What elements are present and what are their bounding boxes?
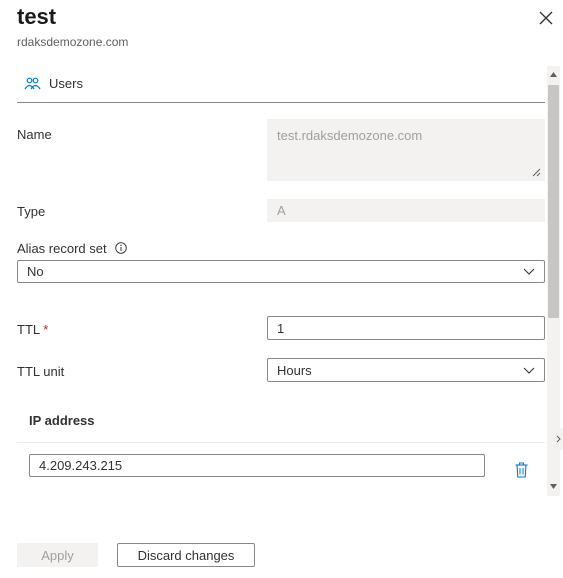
delete-ip-button[interactable]: [512, 460, 530, 480]
scroll-up-button[interactable]: [547, 68, 560, 81]
alias-select[interactable]: No: [17, 260, 545, 283]
chevron-down-icon: [523, 268, 535, 275]
ttl-unit-label: TTL unit: [17, 364, 65, 379]
close-icon: [539, 11, 553, 25]
ttl-label: TTL: [17, 322, 40, 337]
trash-icon: [515, 462, 527, 478]
name-field: test.rdaksdemozone.com: [267, 119, 545, 181]
ip-address-value: 4.209.243.215: [39, 458, 123, 473]
scroll-down-button[interactable]: [547, 480, 560, 493]
chevron-right-icon: [556, 435, 561, 443]
required-mark: *: [43, 322, 49, 337]
panel-subtitle: rdaksdemozone.com: [17, 35, 129, 49]
discard-changes-button[interactable]: Discard changes: [117, 543, 255, 567]
users-icon: [24, 77, 41, 89]
close-button[interactable]: [536, 8, 556, 28]
alias-label-row: Alias record set: [17, 241, 127, 256]
tab-users-label: Users: [49, 76, 83, 91]
apply-button[interactable]: Apply: [17, 543, 98, 567]
panel-title: test: [17, 4, 57, 29]
caret-down-icon: [550, 484, 557, 489]
resize-handle-icon: [532, 168, 541, 177]
tab-divider: [17, 102, 545, 103]
name-value: test.rdaksdemozone.com: [277, 128, 423, 143]
ttl-label-row: TTL *: [17, 322, 48, 337]
chevron-down-icon: [523, 367, 535, 374]
tab-users[interactable]: Users: [24, 76, 83, 91]
type-value: A: [277, 203, 286, 218]
type-field: A: [267, 199, 545, 222]
ttl-input[interactable]: 1: [267, 316, 545, 340]
ip-address-input[interactable]: 4.209.243.215: [29, 454, 485, 477]
side-expand-tab[interactable]: [553, 428, 563, 450]
ttl-unit-value: Hours: [277, 362, 312, 378]
ip-section-title: IP address: [29, 413, 95, 428]
ip-section-header: [17, 398, 545, 443]
caret-up-icon: [550, 72, 557, 77]
type-label: Type: [17, 204, 46, 219]
ttl-unit-select[interactable]: Hours: [267, 358, 545, 382]
info-icon[interactable]: [115, 242, 127, 254]
scrollbar-thumb[interactable]: [548, 85, 559, 318]
alias-label: Alias record set: [17, 241, 107, 256]
ttl-input-value: 1: [277, 320, 285, 336]
name-label: Name: [17, 127, 52, 142]
alias-select-value: No: [27, 264, 44, 279]
